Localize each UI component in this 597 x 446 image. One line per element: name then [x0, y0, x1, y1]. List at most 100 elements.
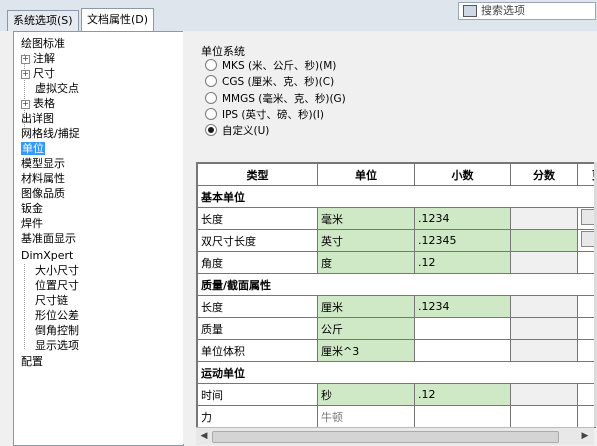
cell-decimal[interactable]	[414, 317, 511, 340]
tree-item-geometric-tolerance[interactable]: 形位公差	[35, 308, 79, 323]
header-unit: 单位	[317, 163, 415, 186]
expand-icon[interactable]: +	[21, 54, 30, 64]
radio-button[interactable]	[205, 108, 217, 120]
cell-unit[interactable]: 厘米	[317, 295, 415, 318]
cell-type: 长度	[197, 295, 318, 318]
tree-item-annotations[interactable]: + 注解	[21, 51, 55, 66]
cell-type: 双尺寸长度	[197, 229, 318, 252]
tree-item-size-dimension[interactable]: 大小尺寸	[35, 263, 79, 278]
table-row: 角度 度 .12	[197, 251, 595, 274]
section-row: 质量/截面属性	[197, 273, 595, 296]
radio-button[interactable]	[205, 92, 217, 104]
tree-item-display-options[interactable]: 显示选项	[35, 338, 79, 353]
tree-item-material-properties[interactable]: 材料属性	[21, 171, 65, 186]
scroll-right-icon[interactable]: ▶	[579, 430, 591, 442]
cell-unit[interactable]: 牛顿	[317, 405, 415, 427]
tree-item-model-display[interactable]: 模型显示	[21, 156, 65, 171]
tree-item-chain-dimension[interactable]: 尺寸链	[35, 293, 68, 308]
table-row: 力 牛顿	[197, 405, 595, 427]
tree-item-configurations[interactable]: 配置	[21, 354, 43, 369]
tab-document-properties[interactable]: 文档属性(D)	[81, 8, 155, 32]
units-table: 类型 单位 小数 分数 更 基本单位 长度 毫米 .1234 双尺寸长度 英寸 …	[196, 162, 596, 428]
cell-fraction[interactable]	[510, 295, 578, 318]
cell-type: 长度	[197, 207, 318, 230]
tree-connector	[24, 264, 25, 349]
tree-item-weldments[interactable]: 焊件	[21, 216, 43, 231]
search-placeholder: 搜索选项	[481, 4, 525, 17]
cell-decimal[interactable]: .12	[414, 251, 511, 274]
cell-fraction[interactable]	[510, 251, 578, 274]
header-fraction: 分数	[510, 163, 578, 186]
expand-icon[interactable]: +	[21, 69, 30, 79]
cell-fraction[interactable]	[510, 229, 578, 252]
cell-unit[interactable]: 厘米^3	[317, 339, 415, 362]
tab-strip: 系统选项(S) 文档属性(D) 搜索选项	[0, 0, 597, 32]
radio-button[interactable]	[205, 75, 217, 87]
header-decimal: 小数	[414, 163, 511, 186]
tab-system-options[interactable]: 系统选项(S)	[7, 10, 79, 31]
cell-decimal[interactable]: .12345	[414, 229, 511, 252]
cell-fraction[interactable]	[510, 317, 578, 340]
tree-item-image-quality[interactable]: 图像品质	[21, 186, 65, 201]
cell-type: 单位体积	[197, 339, 318, 362]
tree-item-chamfer-controls[interactable]: 倒角控制	[35, 323, 79, 338]
search-input[interactable]: 搜索选项	[458, 2, 596, 20]
radio-button-selected[interactable]	[205, 124, 217, 136]
table-row: 单位体积 厘米^3	[197, 339, 595, 362]
cell-fraction[interactable]	[510, 383, 578, 406]
cell-unit[interactable]: 英寸	[317, 229, 415, 252]
tree-item-virtual-sharps[interactable]: 虚拟交点	[35, 81, 79, 96]
tree-item-grid-snap[interactable]: 网格线/捕捉	[21, 126, 80, 141]
tree-item-sheet-metal[interactable]: 钣金	[21, 201, 43, 216]
cell-type: 力	[197, 405, 318, 427]
radio-button[interactable]	[205, 59, 217, 71]
radio-mmgs[interactable]: MMGS (毫米、克、秒)(G)	[205, 91, 346, 107]
radio-cgs[interactable]: CGS (厘米、克、秒)(C)	[205, 74, 334, 90]
radio-mks[interactable]: MKS (米、公斤、秒)(M)	[205, 58, 336, 74]
cell-decimal[interactable]	[414, 405, 511, 427]
cell-unit[interactable]: 秒	[317, 383, 415, 406]
section-row: 基本单位	[197, 185, 595, 208]
table-row: 时间 秒 .12	[197, 383, 595, 406]
unit-system-group-label: 单位系统	[201, 45, 245, 58]
tree-item-drafting-standard[interactable]: 绘图标准	[21, 36, 65, 51]
tree-item-location-dimension[interactable]: 位置尺寸	[35, 278, 79, 293]
radio-custom[interactable]: 自定义(U)	[205, 123, 269, 139]
tree-item-units[interactable]: 单位	[21, 141, 45, 156]
cell-type: 角度	[197, 251, 318, 274]
table-row: 长度 毫米 .1234	[197, 207, 595, 230]
tree-item-dimxpert[interactable]: DimXpert	[21, 248, 73, 263]
cell-unit[interactable]: 度	[317, 251, 415, 274]
scroll-left-icon[interactable]: ◀	[198, 430, 210, 442]
search-icon	[463, 5, 477, 17]
header-type: 类型	[197, 163, 318, 186]
cell-decimal[interactable]	[414, 339, 511, 362]
section-title: 质量/截面属性	[197, 273, 595, 296]
section-row: 运动单位	[197, 361, 595, 384]
cell-fraction[interactable]	[510, 339, 578, 362]
table-header-row: 类型 单位 小数 分数 更	[197, 163, 595, 186]
section-title: 运动单位	[197, 361, 595, 384]
table-row: 长度 厘米 .1234	[197, 295, 595, 318]
options-tree[interactable]: 绘图标准 + 注解 + 尺寸 虚拟交点 + 表格 出详图 网格线/捕捉 单位 模型显示…	[13, 31, 184, 446]
tree-item-plane-display[interactable]: 基准面显示	[21, 231, 76, 246]
cell-type: 时间	[197, 383, 318, 406]
table-row: 质量 公斤	[197, 317, 595, 340]
tree-item-detailing[interactable]: 出详图	[21, 111, 54, 126]
cell-unit[interactable]: 毫米	[317, 207, 415, 230]
cell-fraction[interactable]	[510, 207, 578, 230]
horizontal-scrollbar[interactable]: ◀ ▶	[196, 427, 594, 445]
cell-fraction[interactable]	[510, 405, 578, 427]
cell-decimal[interactable]: .1234	[414, 207, 511, 230]
tree-item-tables[interactable]: + 表格	[21, 96, 55, 111]
scrollbar-thumb[interactable]	[212, 431, 559, 443]
expand-icon[interactable]: +	[21, 99, 30, 109]
cell-type: 质量	[197, 317, 318, 340]
cell-unit[interactable]: 公斤	[317, 317, 415, 340]
cell-decimal[interactable]: .1234	[414, 295, 511, 318]
cell-decimal[interactable]: .12	[414, 383, 511, 406]
section-title: 基本单位	[197, 185, 595, 208]
table-row: 双尺寸长度 英寸 .12345	[197, 229, 595, 252]
radio-ips[interactable]: IPS (英寸、磅、秒)(I)	[205, 107, 324, 123]
tree-item-dimensions[interactable]: + 尺寸	[21, 66, 55, 81]
